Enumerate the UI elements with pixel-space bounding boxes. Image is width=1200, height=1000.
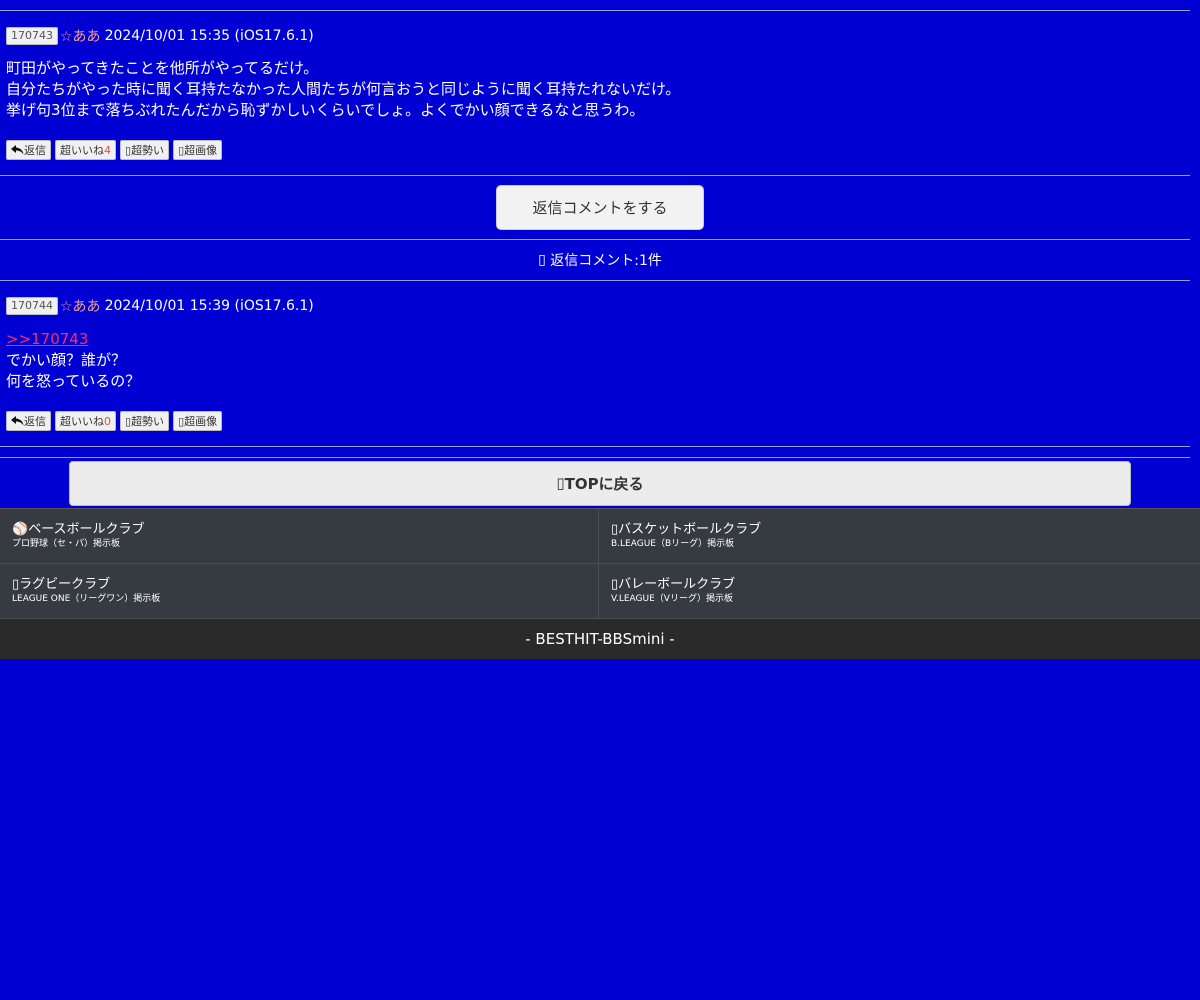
reply-label: 返信 bbox=[24, 415, 46, 428]
post-actions: 返信 超いいね 4 ▯ 超勢い ▯ 超画像 bbox=[6, 140, 1194, 160]
super-like-button[interactable]: 超いいね 4 bbox=[55, 140, 116, 160]
club-link-volleyball[interactable]: ▯バレーボールクラブ V.LEAGUE（Vリーグ）掲示板 bbox=[599, 564, 1200, 619]
club-subtitle: LEAGUE ONE（リーグワン）掲示板 bbox=[12, 594, 161, 604]
super-like-label: 超いいね bbox=[60, 415, 104, 428]
reply-button[interactable]: 返信 bbox=[6, 411, 51, 431]
post-170743: 170743 ☆ああ 2024/10/01 15:35 (iOS17.6.1) … bbox=[0, 11, 1200, 160]
club-title: ベースボールクラブ bbox=[28, 522, 145, 537]
club-link-baseball[interactable]: ⚾ベースボールクラブ プロ野球（セ・パ）掲示板 bbox=[0, 509, 599, 564]
post-170744: 170744 ☆ああ 2024/10/01 15:39 (iOS17.6.1) … bbox=[0, 281, 1200, 431]
post-line: 挙げ句3位まで落ちぶれたんだから恥ずかしいくらいでしょ。よくでかい顔できるなと思… bbox=[6, 101, 645, 119]
reply-count-text: 返信コメント:1件 bbox=[550, 253, 662, 269]
super-like-button[interactable]: 超いいね 0 bbox=[55, 411, 116, 431]
post-number[interactable]: 170744 bbox=[6, 297, 58, 315]
super-image-label: 超画像 bbox=[184, 144, 218, 157]
super-momentum-button[interactable]: ▯ 超勢い bbox=[120, 140, 170, 160]
post-date: 2024/10/01 15:35 (iOS17.6.1) bbox=[104, 28, 314, 44]
super-like-label: 超いいね bbox=[60, 144, 104, 157]
missing-glyph-icon: ▯ bbox=[556, 474, 565, 492]
post-line: 町田がやってきたことを他所がやってるだけ。 bbox=[6, 59, 319, 77]
club-subtitle: B.LEAGUE（Bリーグ）掲示板 bbox=[611, 539, 735, 549]
super-image-button[interactable]: ▯ 超画像 bbox=[173, 140, 223, 160]
post-author: ☆ああ bbox=[60, 29, 101, 45]
reply-arrow-icon bbox=[11, 145, 24, 155]
club-title: バレーボールクラブ bbox=[618, 577, 736, 592]
reply-anchor-link[interactable]: >>170743 bbox=[6, 330, 88, 348]
club-links: ⚾ベースボールクラブ プロ野球（セ・パ）掲示板 ▯バスケットボールクラブ B.L… bbox=[0, 508, 1200, 619]
post-actions: 返信 超いいね 0 ▯ 超勢い ▯ 超画像 bbox=[6, 411, 1194, 431]
post-author: ☆ああ bbox=[60, 299, 101, 315]
club-subtitle: V.LEAGUE（Vリーグ）掲示板 bbox=[611, 594, 733, 604]
reply-button[interactable]: 返信 bbox=[6, 140, 51, 160]
back-to-top-button[interactable]: ▯ TOPに戻る bbox=[69, 460, 1131, 506]
post-body: >>170743 でかい顔？誰が？ 何を怒っているの？ bbox=[6, 329, 1194, 392]
reply-comment-area: 返信コメントをする bbox=[0, 176, 1200, 239]
baseball-icon: ⚾ bbox=[12, 522, 29, 537]
post-meta: 170744 ☆ああ 2024/10/01 15:39 (iOS17.6.1) bbox=[6, 295, 1194, 317]
club-subtitle: プロ野球（セ・パ）掲示板 bbox=[12, 539, 121, 549]
reply-arrow-icon bbox=[11, 416, 24, 426]
club-link-basketball[interactable]: ▯バスケットボールクラブ B.LEAGUE（Bリーグ）掲示板 bbox=[599, 509, 1200, 564]
back-to-top-label: TOPに戻る bbox=[564, 474, 644, 493]
reply-comment-button[interactable]: 返信コメントをする bbox=[496, 185, 704, 230]
like-count: 0 bbox=[104, 414, 111, 428]
post-line: 何を怒っているの？ bbox=[6, 372, 141, 390]
super-image-label: 超画像 bbox=[184, 415, 218, 428]
post-date: 2024/10/01 15:39 (iOS17.6.1) bbox=[104, 298, 314, 314]
site-footer: - BESTHIT-BBSmini - bbox=[0, 619, 1200, 659]
super-momentum-label: 超勢い bbox=[131, 144, 165, 157]
super-momentum-button[interactable]: ▯ 超勢い bbox=[120, 411, 170, 431]
missing-glyph-icon: ▯ bbox=[538, 252, 546, 268]
like-count: 4 bbox=[104, 143, 111, 157]
page: 170743 ☆ああ 2024/10/01 15:35 (iOS17.6.1) … bbox=[0, 0, 1200, 659]
club-link-rugby[interactable]: ▯ラグビークラブ LEAGUE ONE（リーグワン）掲示板 bbox=[0, 564, 599, 619]
post-line: 自分たちがやった時に聞く耳持たなかった人間たちが何言おうと同じように聞く耳持たれ… bbox=[6, 80, 681, 98]
reply-count: ▯ 返信コメント:1件 bbox=[0, 240, 1200, 280]
club-title: ラグビークラブ bbox=[19, 577, 111, 592]
top-nav-area: ▯ TOPに戻る bbox=[0, 458, 1200, 508]
club-title: バスケットボールクラブ bbox=[618, 522, 762, 537]
super-momentum-label: 超勢い bbox=[131, 415, 165, 428]
post-line: でかい顔？誰が？ bbox=[6, 351, 127, 369]
post-meta: 170743 ☆ああ 2024/10/01 15:35 (iOS17.6.1) bbox=[6, 25, 1194, 47]
post-body: 町田がやってきたことを他所がやってるだけ。 自分たちがやった時に聞く耳持たなかっ… bbox=[6, 58, 1194, 121]
super-image-button[interactable]: ▯ 超画像 bbox=[173, 411, 223, 431]
reply-label: 返信 bbox=[24, 144, 46, 157]
post-number[interactable]: 170743 bbox=[6, 27, 58, 45]
